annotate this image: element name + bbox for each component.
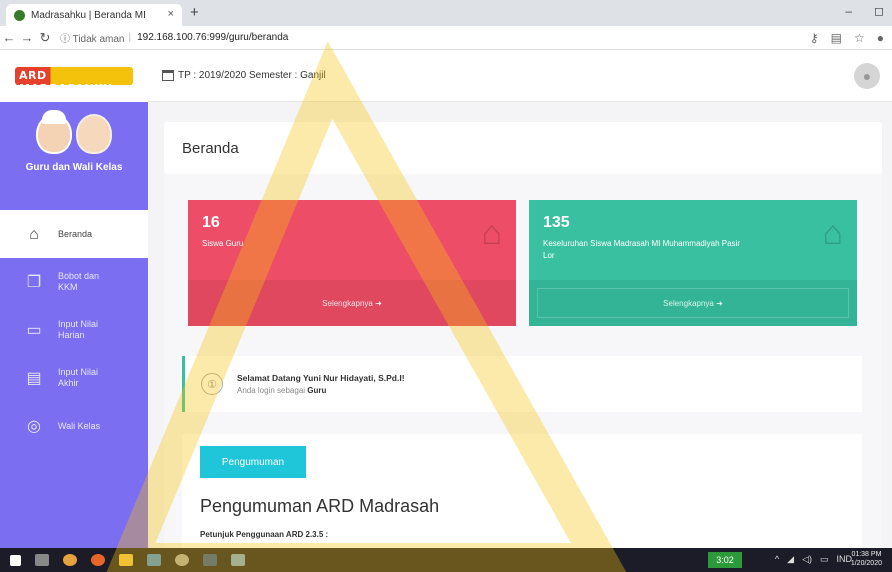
logo-text: ARD MADRASAHKU xyxy=(19,68,113,95)
sidebar-item-beranda[interactable]: ⌂ Beranda xyxy=(0,210,148,258)
timer-badge[interactable]: 3:02 xyxy=(708,552,742,568)
period-text: TP : 2019/2020 Semester : Ganjil xyxy=(178,70,326,81)
announcement-subtitle: Petunjuk Penggunaan ARD 2.3.5 : xyxy=(200,530,329,539)
security-indicator[interactable]: ⓘ Tidak aman xyxy=(60,30,124,45)
stat-card-siswa-guru: 16 Siswa Guru ⌂ Selengkapnya ➜ xyxy=(188,200,516,326)
bookmark-star-icon[interactable]: ☆ xyxy=(854,31,865,45)
announcement-panel: Pengumuman Pengumuman ARD Madrasah Petun… xyxy=(182,434,862,548)
app-logo[interactable]: ARD MADRASAHKU xyxy=(0,49,148,102)
home-icon: ⌂ xyxy=(29,225,39,243)
key-icon[interactable]: ⚷ xyxy=(810,31,819,45)
calendar-icon xyxy=(162,70,174,81)
tab-close-icon[interactable]: × xyxy=(168,8,174,20)
sidebar-role: Guru dan Wali Kelas xyxy=(25,162,123,173)
page-title: Beranda xyxy=(164,122,882,174)
translate-icon[interactable]: ▤ xyxy=(831,31,842,45)
user-avatar[interactable]: ● xyxy=(854,63,880,89)
welcome-title: Selamat Datang Yuni Nur Hidayati, S.Pd.I… xyxy=(237,373,405,383)
welcome-subtitle: Anda login sebagai Guru xyxy=(237,386,405,395)
favicon-icon xyxy=(14,9,25,21)
system-tray: ^ ◢ ◁) ▭ IND xyxy=(775,554,852,565)
user-icon: ◎ xyxy=(27,417,41,435)
sidebar-item-label: Bobot dan KKM xyxy=(58,271,100,292)
sidebar-item-label: Input Nilai Akhir xyxy=(58,367,99,388)
task-view-icon[interactable] xyxy=(35,554,49,566)
paint-taskbar-icon[interactable] xyxy=(231,554,245,566)
house-icon: ⌂ xyxy=(822,214,843,252)
back-arrow-icon[interactable]: ← xyxy=(0,30,18,45)
arrow-circle-icon: ➜ xyxy=(713,298,723,308)
app-header: ARD MADRASAHKU TP : 2019/2020 Semester :… xyxy=(0,49,892,102)
stat-number: 16 xyxy=(202,214,220,231)
male-teacher-icon xyxy=(36,110,72,154)
announcement-button[interactable]: Pengumuman xyxy=(200,446,306,478)
chrome-taskbar-icon[interactable] xyxy=(63,554,77,566)
more-info-link[interactable]: Selengkapnya ➜ xyxy=(188,280,516,326)
welcome-callout: ① Selamat Datang Yuni Nur Hidayati, S.Pd… xyxy=(182,356,862,412)
sidebar-item-bobot-kkm[interactable]: ❐ Bobot dan KKM xyxy=(0,258,148,306)
forward-arrow-icon[interactable]: → xyxy=(18,30,36,45)
more-info-label: Selengkapnya xyxy=(322,298,373,308)
login-role: Guru xyxy=(307,386,327,395)
clock-date: 1/20/2020 xyxy=(850,560,882,567)
main-content: Beranda 16 Siswa Guru ⌂ Selengkapnya ➜ 1… xyxy=(148,102,892,548)
network-icon[interactable]: ◢ xyxy=(787,554,794,565)
more-info-label: Selengkapnya xyxy=(663,298,714,308)
copy-icon: ❐ xyxy=(26,273,42,291)
arrow-circle-icon: ➜ xyxy=(372,298,382,308)
sidebar-item-wali-kelas[interactable]: ◎ Wali Kelas xyxy=(0,402,148,450)
new-tab-button[interactable]: + xyxy=(190,4,199,21)
clock-time: 01:38 PM xyxy=(851,551,882,558)
sidebar-profile: Guru dan Wali Kelas xyxy=(0,102,148,210)
system-clock[interactable]: 01:38 PM 1/20/2020 xyxy=(851,550,882,568)
logo-image: ARD MADRASAHKU xyxy=(15,66,133,95)
extension-icon[interactable]: ● xyxy=(877,31,884,45)
url-field[interactable]: 192.168.100.76:999/guru/beranda xyxy=(137,32,288,43)
user-badge-icon: ① xyxy=(201,373,223,395)
volume-icon[interactable]: ◁) xyxy=(802,554,812,565)
maximize-button[interactable]: ◻ xyxy=(874,4,884,18)
windows-start-icon[interactable] xyxy=(10,554,21,566)
sidebar-item-label: Input Nilai Harian xyxy=(58,319,99,340)
window-controls: – ◻ xyxy=(845,4,884,18)
form-icon: ▭ xyxy=(26,321,42,339)
firefox-taskbar-icon[interactable] xyxy=(91,554,105,566)
female-teacher-icon xyxy=(76,114,112,154)
announcement-title: Pengumuman ARD Madrasah xyxy=(200,496,440,516)
tab-title: Madrasahku | Beranda MI xyxy=(31,9,146,21)
user-icon: ● xyxy=(862,68,872,84)
more-info-link[interactable]: Selengkapnya ➜ xyxy=(529,280,857,326)
word-taskbar-icon[interactable] xyxy=(203,554,217,566)
sidebar: Guru dan Wali Kelas ⌂ Beranda ❐ Bobot da… xyxy=(0,102,148,548)
app-taskbar-icon[interactable] xyxy=(147,554,161,566)
address-divider: | xyxy=(128,32,132,43)
file-explorer-icon[interactable] xyxy=(119,554,133,566)
browser-tab-bar: Madrasahku | Beranda MI × + – ◻ xyxy=(0,0,892,26)
stat-number: 135 xyxy=(543,214,570,231)
reload-icon[interactable]: ↻ xyxy=(36,30,54,46)
address-bar: ← → ↻ ⓘ Tidak aman | 192.168.100.76:999/… xyxy=(0,26,892,50)
browser-tab[interactable]: Madrasahku | Beranda MI × xyxy=(6,4,182,26)
address-bar-icons: ⚷ ▤ ☆ ● xyxy=(810,31,884,45)
battery-icon[interactable]: ▭ xyxy=(820,554,829,565)
sidebar-item-label: Beranda xyxy=(58,228,93,239)
more-info-box: Selengkapnya ➜ xyxy=(537,288,849,318)
minimize-button[interactable]: – xyxy=(845,4,852,18)
settings-taskbar-icon[interactable] xyxy=(175,554,189,566)
stat-label: Siswa Guru xyxy=(202,239,244,248)
language-indicator[interactable]: IND xyxy=(837,554,853,565)
house-icon: ⌂ xyxy=(481,214,502,252)
sidebar-item-label: Wali Kelas xyxy=(58,420,101,431)
login-as-text: Anda login sebagai xyxy=(237,386,306,395)
tray-chevron-icon[interactable]: ^ xyxy=(775,554,779,565)
taskbar: 3:02 ^ ◢ ◁) ▭ IND 01:38 PM 1/20/2020 xyxy=(0,548,892,572)
teacher-illustration xyxy=(36,110,112,154)
welcome-text: Selamat Datang Yuni Nur Hidayati, S.Pd.I… xyxy=(237,373,405,395)
stat-card-keseluruhan-siswa: 135 Keseluruhan Siswa Madrasah MI Muhamm… xyxy=(529,200,857,326)
sidebar-item-input-nilai-akhir[interactable]: ▤ Input Nilai Akhir xyxy=(0,354,148,402)
sidebar-item-input-nilai-harian[interactable]: ▭ Input Nilai Harian xyxy=(0,306,148,354)
document-icon: ▤ xyxy=(26,369,42,387)
stat-label: Keseluruhan Siswa Madrasah MI Muhammadiy… xyxy=(543,239,740,260)
academic-period: TP : 2019/2020 Semester : Ganjil xyxy=(162,70,326,81)
